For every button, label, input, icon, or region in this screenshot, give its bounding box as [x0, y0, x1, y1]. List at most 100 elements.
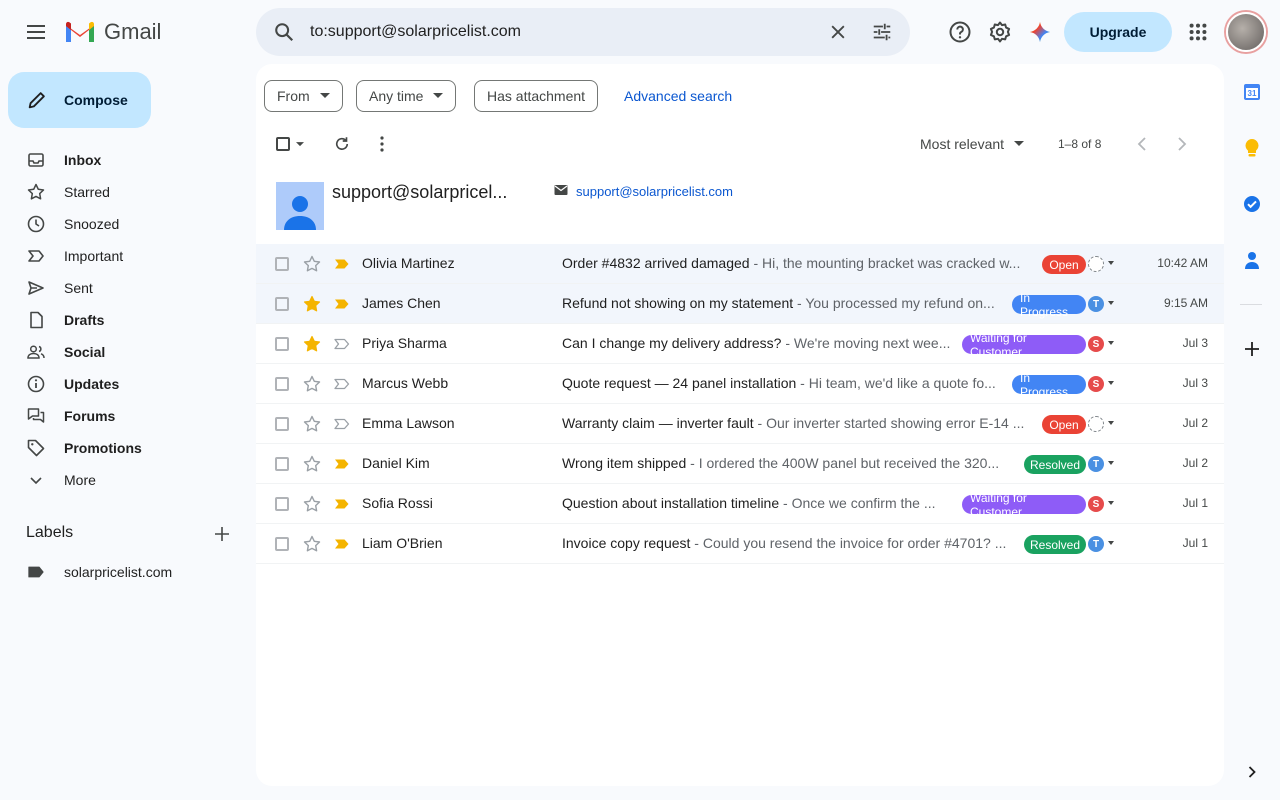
compose-button[interactable]: Compose — [8, 72, 151, 128]
checkbox-icon — [276, 137, 290, 151]
assignee-dropdown-arrow-icon[interactable] — [1108, 341, 1114, 345]
show-side-panel-button[interactable] — [1236, 756, 1268, 788]
older-button[interactable] — [1162, 124, 1202, 164]
important-marker-icon[interactable] — [332, 294, 352, 314]
row-checkbox[interactable] — [275, 497, 289, 511]
row-checkbox[interactable] — [275, 457, 289, 471]
sidebar-item-updates[interactable]: Updates — [0, 368, 256, 400]
more-options-button[interactable] — [362, 124, 402, 164]
keep-app-button[interactable] — [1236, 132, 1268, 164]
sidebar-item-drafts[interactable]: Drafts — [0, 304, 256, 336]
star-icon[interactable] — [302, 454, 322, 474]
important-marker-icon[interactable] — [332, 494, 352, 514]
sidebar-item-forums[interactable]: Forums — [0, 400, 256, 432]
attachment-filter-chip[interactable]: Has attachment — [474, 80, 599, 112]
main-menu-button[interactable] — [16, 12, 56, 52]
newer-button[interactable] — [1122, 124, 1162, 164]
status-badge[interactable]: Resolved — [1024, 455, 1086, 474]
sidebar-item-inbox[interactable]: Inbox — [0, 144, 256, 176]
sidebar-item-promotions[interactable]: Promotions — [0, 432, 256, 464]
settings-button[interactable] — [980, 12, 1020, 52]
assignee-dropdown-arrow-icon[interactable] — [1108, 501, 1114, 505]
email-row[interactable]: Daniel Kim Wrong item shipped - I ordered… — [256, 444, 1224, 484]
status-badge[interactable]: Waiting for Customer — [962, 491, 1086, 519]
email-row[interactable]: James Chen Refund not showing on my state… — [256, 284, 1224, 324]
search-button[interactable] — [264, 12, 304, 52]
gemini-button[interactable] — [1020, 12, 1060, 52]
calendar-app-button[interactable]: 31 — [1236, 76, 1268, 108]
clear-search-button[interactable] — [818, 12, 858, 52]
status-badge[interactable]: Open — [1042, 255, 1086, 274]
contacts-app-button[interactable] — [1236, 244, 1268, 276]
assignee-dropdown-arrow-icon[interactable] — [1108, 421, 1114, 425]
status-badge[interactable]: Resolved — [1024, 535, 1086, 554]
search-options-button[interactable] — [862, 12, 902, 52]
assignee-dropdown-arrow-icon[interactable] — [1108, 541, 1114, 545]
assignee-avatar[interactable]: S — [1088, 376, 1104, 392]
not-important-marker-icon[interactable] — [332, 374, 352, 394]
tasks-app-button[interactable] — [1236, 188, 1268, 220]
assignee-dropdown-arrow-icon[interactable] — [1108, 261, 1114, 265]
label-item[interactable]: solarpricelist.com — [0, 556, 256, 588]
account-avatar[interactable] — [1226, 12, 1266, 52]
assignee-dropdown-arrow-icon[interactable] — [1108, 381, 1114, 385]
help-button[interactable] — [940, 12, 980, 52]
google-apps-button[interactable] — [1178, 12, 1218, 52]
assignee-avatar[interactable]: T — [1088, 536, 1104, 552]
select-all-checkbox[interactable] — [272, 128, 312, 160]
row-checkbox[interactable] — [275, 297, 289, 311]
sidebar-item-sent[interactable]: Sent — [0, 272, 256, 304]
status-badge[interactable]: Open — [1042, 415, 1086, 434]
email-row[interactable]: Olivia Martinez Order #4832 arrived damag… — [256, 244, 1224, 284]
row-checkbox[interactable] — [275, 417, 289, 431]
star-icon[interactable] — [302, 254, 322, 274]
assignee-avatar[interactable]: S — [1088, 336, 1104, 352]
status-badge[interactable]: In Progress — [1012, 291, 1086, 319]
assignee-avatar[interactable]: T — [1088, 296, 1104, 312]
get-addons-button[interactable] — [1236, 333, 1268, 365]
search-input[interactable] — [310, 8, 810, 56]
not-important-marker-icon[interactable] — [332, 414, 352, 434]
email-row[interactable]: Marcus Webb Quote request — 24 panel inst… — [256, 364, 1224, 404]
not-important-marker-icon[interactable] — [332, 334, 352, 354]
advanced-search-link[interactable]: Advanced search — [624, 80, 732, 112]
upgrade-button[interactable]: Upgrade — [1064, 12, 1172, 52]
sort-dropdown[interactable]: Most relevant — [920, 128, 1025, 160]
email-row[interactable]: Emma Lawson Warranty claim — inverter fau… — [256, 404, 1224, 444]
sidebar-item-more[interactable]: More — [0, 464, 256, 496]
sidebar-item-important[interactable]: Important — [0, 240, 256, 272]
important-marker-icon[interactable] — [332, 534, 352, 554]
sidebar-item-starred[interactable]: Starred — [0, 176, 256, 208]
row-checkbox[interactable] — [275, 337, 289, 351]
email-row[interactable]: Sofia Rossi Question about installation t… — [256, 484, 1224, 524]
assignee-dropdown-arrow-icon[interactable] — [1108, 301, 1114, 305]
star-icon[interactable] — [302, 534, 322, 554]
assignee-avatar[interactable]: T — [1088, 456, 1104, 472]
create-label-button[interactable] — [208, 520, 236, 548]
star-icon[interactable] — [302, 494, 322, 514]
row-checkbox[interactable] — [275, 377, 289, 391]
important-marker-icon[interactable] — [332, 254, 352, 274]
assignee-avatar[interactable] — [1088, 256, 1104, 272]
gmail-logo[interactable]: Gmail — [64, 16, 161, 48]
email-row[interactable]: Priya Sharma Can I change my delivery add… — [256, 324, 1224, 364]
star-filled-icon[interactable] — [302, 334, 322, 354]
refresh-button[interactable] — [322, 124, 362, 164]
contact-email-link[interactable]: support@solarpricelist.com — [576, 184, 733, 199]
status-badge[interactable]: In Progress — [1012, 371, 1086, 399]
time-filter-chip[interactable]: Any time — [356, 80, 457, 112]
assignee-dropdown-arrow-icon[interactable] — [1108, 461, 1114, 465]
from-filter-chip[interactable]: From — [264, 80, 343, 112]
status-badge[interactable]: Waiting for Customer — [962, 331, 1086, 359]
email-row[interactable]: Liam O'Brien Invoice copy request - Could… — [256, 524, 1224, 564]
assignee-avatar[interactable]: S — [1088, 496, 1104, 512]
sidebar-item-social[interactable]: Social — [0, 336, 256, 368]
sidebar-item-snoozed[interactable]: Snoozed — [0, 208, 256, 240]
row-checkbox[interactable] — [275, 257, 289, 271]
star-filled-icon[interactable] — [302, 294, 322, 314]
assignee-avatar[interactable] — [1088, 416, 1104, 432]
row-checkbox[interactable] — [275, 537, 289, 551]
star-icon[interactable] — [302, 414, 322, 434]
important-marker-icon[interactable] — [332, 454, 352, 474]
star-icon[interactable] — [302, 374, 322, 394]
